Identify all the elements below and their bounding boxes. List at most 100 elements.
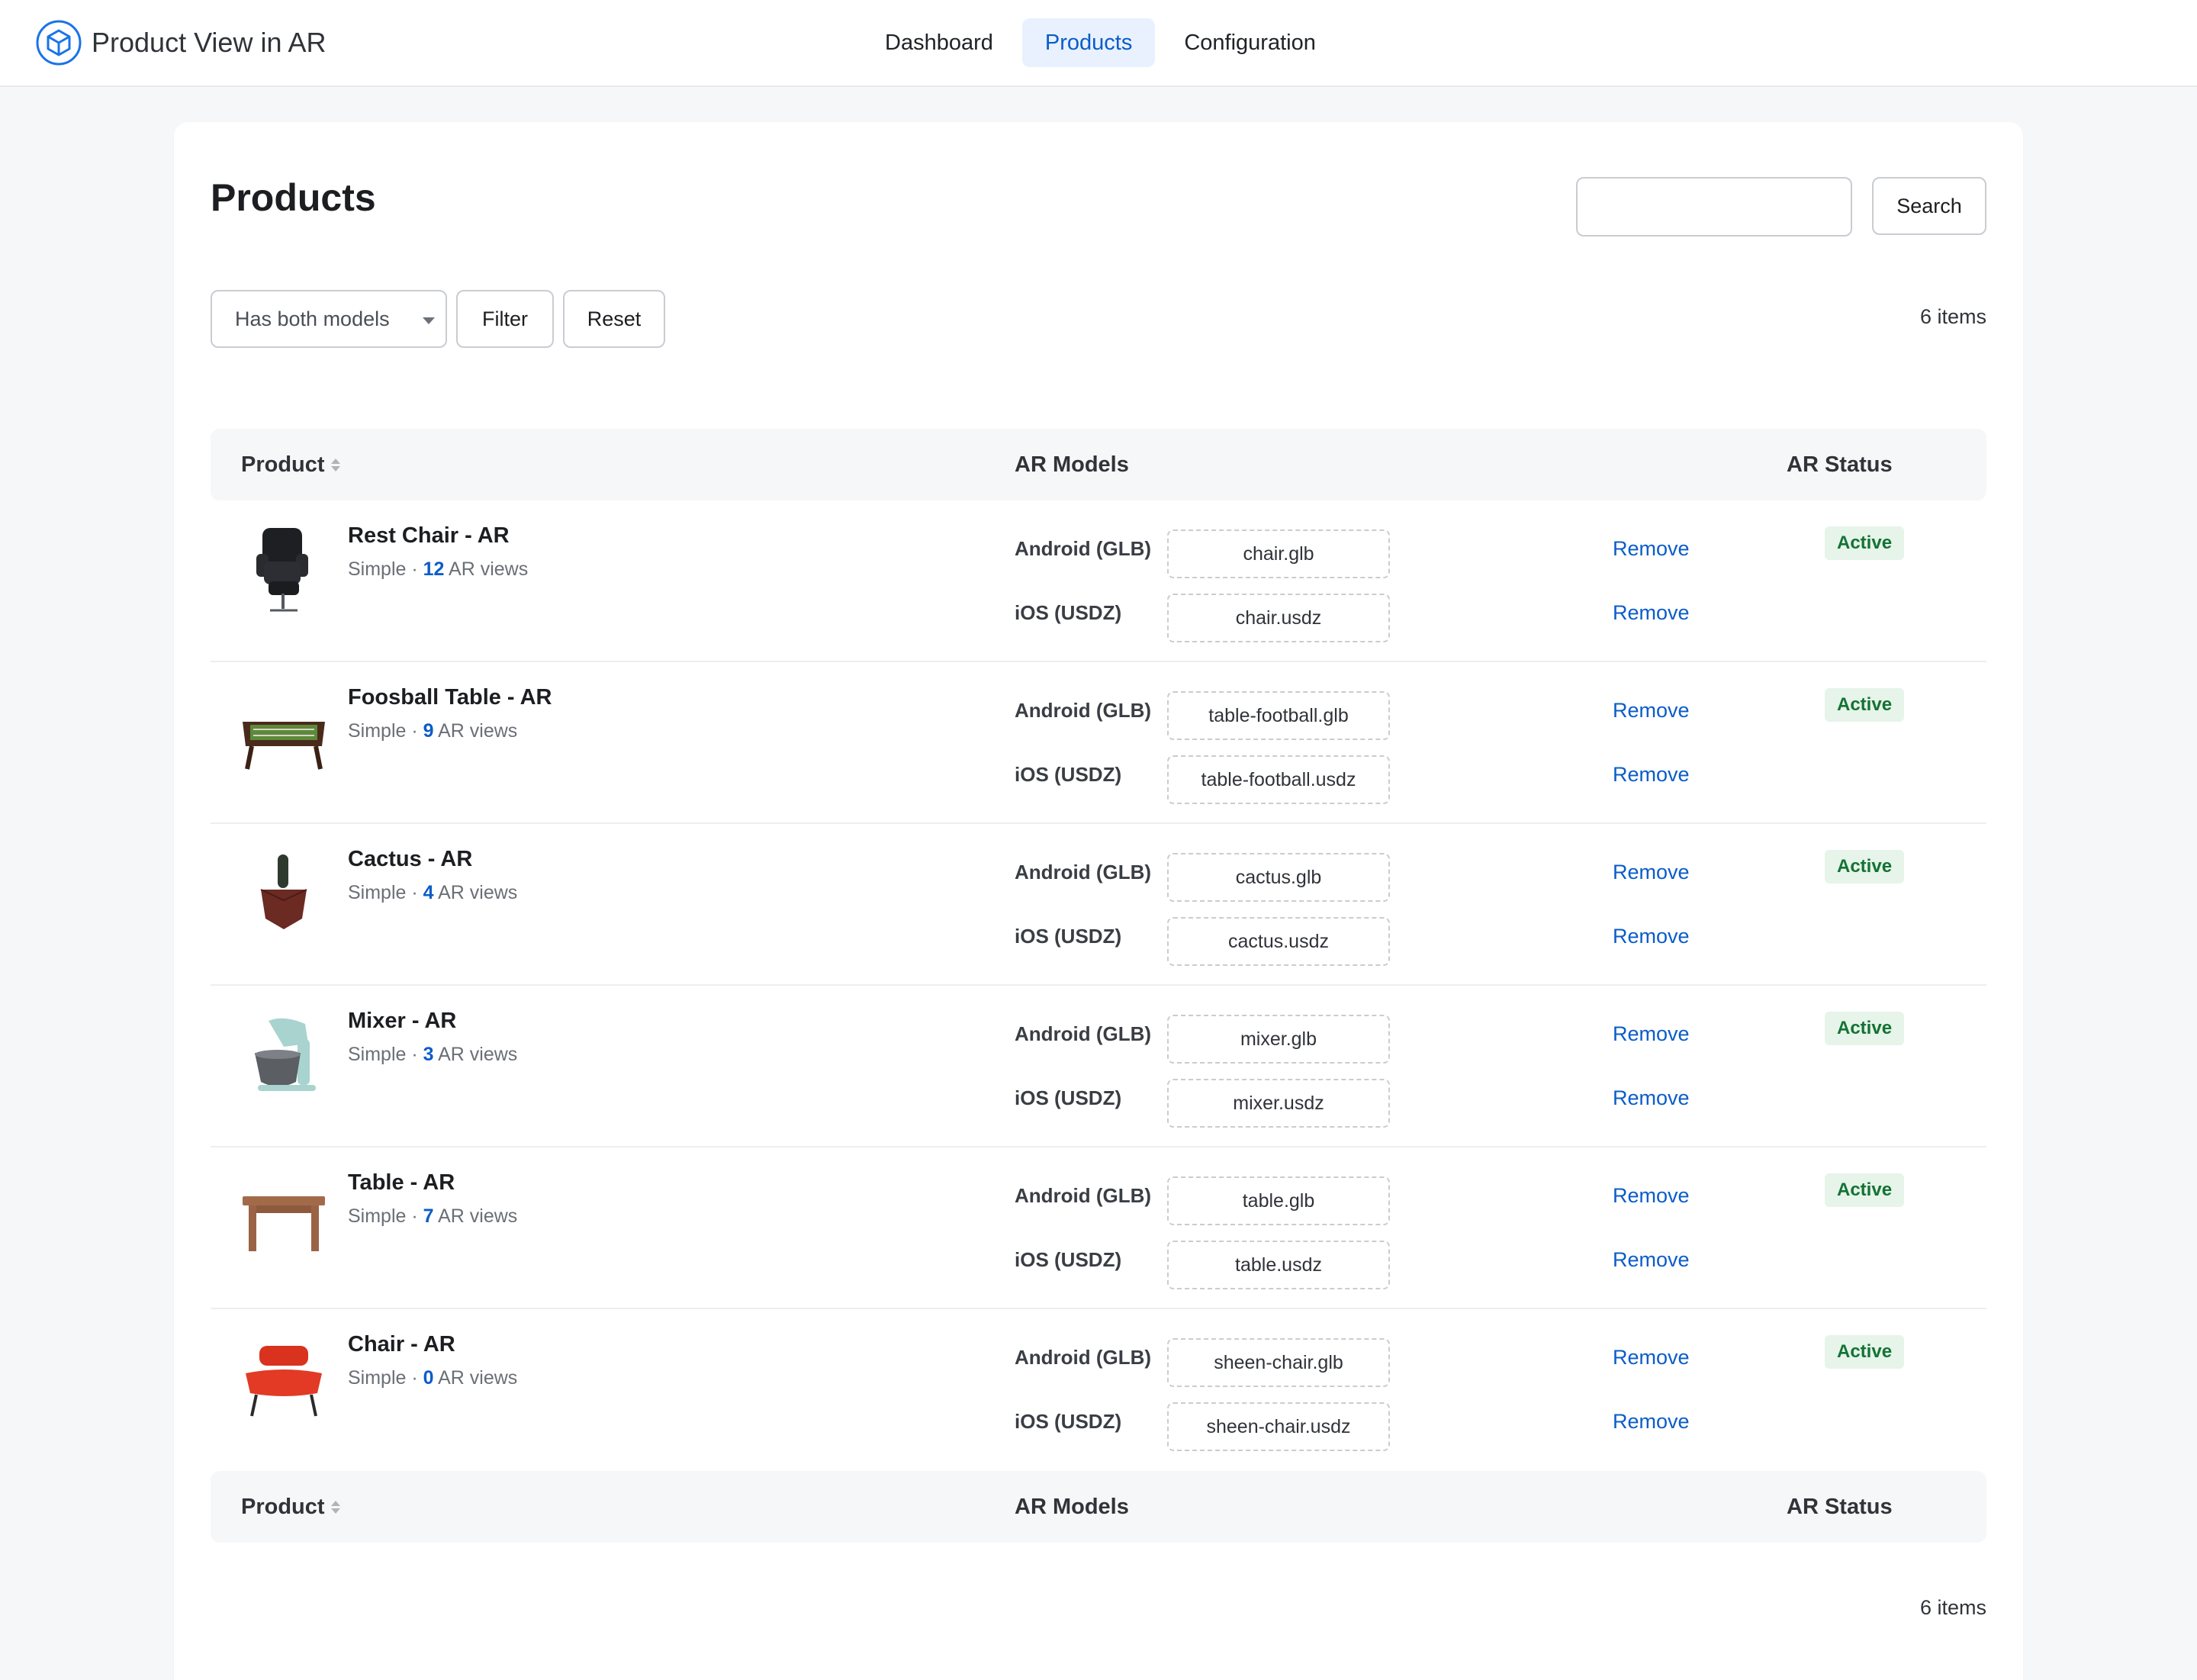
chevron-down-icon	[423, 317, 435, 324]
model-filter-selected: Has both models	[235, 307, 390, 330]
status-badge: Active	[1825, 1012, 1905, 1045]
table-row: Rest Chair - AR Simple · 12 AR views And…	[211, 500, 1986, 662]
remove-ios-model-link[interactable]: Remove	[1613, 1248, 1690, 1272]
ar-views-suffix: AR views	[438, 1367, 518, 1389]
mixer-thumbnail	[255, 1018, 316, 1091]
column-header-product[interactable]: Product	[241, 429, 340, 500]
search-input[interactable]	[1576, 177, 1852, 237]
brand[interactable]: Product View in AR	[35, 18, 326, 67]
table-row: Chair - AR Simple · 0 AR views Android (…	[211, 1309, 1986, 1471]
ar-views-count: 12	[423, 558, 445, 580]
table-row: Cactus - AR Simple · 4 AR views Android …	[211, 824, 1986, 986]
remove-android-model-link[interactable]: Remove	[1613, 1184, 1690, 1208]
reset-button[interactable]: Reset	[563, 290, 665, 348]
ios-model-label: iOS (USDZ)	[1015, 763, 1122, 786]
page-title: Products	[211, 176, 376, 219]
remove-android-model-link[interactable]: Remove	[1613, 861, 1690, 884]
remove-android-model-link[interactable]: Remove	[1613, 1022, 1690, 1046]
ios-model-file[interactable]: sheen-chair.usdz	[1167, 1402, 1390, 1451]
ios-model-file[interactable]: chair.usdz	[1167, 594, 1390, 642]
remove-android-model-link[interactable]: Remove	[1613, 537, 1690, 561]
product-name[interactable]: Table - AR	[348, 1170, 455, 1196]
ios-model-label: iOS (USDZ)	[1015, 601, 1122, 624]
ar-views-count: 9	[423, 720, 434, 742]
android-model-file[interactable]: mixer.glb	[1167, 1015, 1390, 1064]
android-model-file[interactable]: sheen-chair.glb	[1167, 1338, 1390, 1387]
table-thumbnail	[243, 1196, 325, 1251]
android-model-label: Android (GLB)	[1015, 1022, 1152, 1045]
ar-views-count: 0	[423, 1367, 434, 1389]
column-footer-product[interactable]: Product	[241, 1471, 340, 1543]
product-name[interactable]: Mixer - AR	[348, 1009, 456, 1034]
sort-icon	[330, 458, 340, 471]
product-type: Simple	[348, 720, 407, 742]
filter-button[interactable]: Filter	[456, 290, 554, 348]
ar-views-suffix: AR views	[438, 1205, 518, 1227]
remove-android-model-link[interactable]: Remove	[1613, 699, 1690, 723]
remove-ios-model-link[interactable]: Remove	[1613, 601, 1690, 625]
ar-cube-logo-icon	[36, 20, 82, 66]
ar-views-count: 7	[423, 1205, 434, 1227]
sort-icon	[330, 1500, 340, 1514]
ios-model-file[interactable]: mixer.usdz	[1167, 1079, 1390, 1128]
ios-model-label: iOS (USDZ)	[1015, 1248, 1122, 1271]
table-row: Foosball Table - AR Simple · 9 AR views …	[211, 662, 1986, 824]
remove-android-model-link[interactable]: Remove	[1613, 1346, 1690, 1369]
nav-tab-products[interactable]: Products	[1021, 18, 1156, 67]
product-name[interactable]: Foosball Table - AR	[348, 685, 552, 710]
ios-model-file[interactable]: table-football.usdz	[1167, 755, 1390, 804]
status-badge: Active	[1825, 1173, 1905, 1207]
column-footer-ar-models: AR Models	[1015, 1494, 1129, 1519]
product-type: Simple	[348, 1044, 407, 1065]
search-button[interactable]: Search	[1872, 177, 1986, 235]
top-navigation-bar: Product View in AR Dashboard Products Co…	[0, 0, 2197, 87]
product-type: Simple	[348, 1205, 407, 1227]
product-meta: Simple · 7 AR views	[348, 1205, 518, 1227]
red-chair-thumbnail	[246, 1346, 322, 1417]
android-model-label: Android (GLB)	[1015, 861, 1152, 883]
column-footer-ar-status: AR Status	[1787, 1494, 1893, 1519]
column-header-ar-models: AR Models	[1015, 452, 1129, 477]
remove-ios-model-link[interactable]: Remove	[1613, 1086, 1690, 1110]
product-type: Simple	[348, 558, 407, 580]
product-name[interactable]: Chair - AR	[348, 1332, 455, 1357]
ios-model-file[interactable]: table.usdz	[1167, 1241, 1390, 1289]
ios-model-label: iOS (USDZ)	[1015, 925, 1122, 948]
table-row: Table - AR Simple · 7 AR views Android (…	[211, 1147, 1986, 1309]
android-model-label: Android (GLB)	[1015, 1346, 1152, 1369]
ios-model-label: iOS (USDZ)	[1015, 1086, 1122, 1109]
ar-views-count: 3	[423, 1044, 434, 1065]
product-meta: Simple · 9 AR views	[348, 720, 518, 742]
android-model-file[interactable]: table-football.glb	[1167, 691, 1390, 740]
ar-views-suffix: AR views	[449, 558, 529, 580]
remove-ios-model-link[interactable]: Remove	[1613, 925, 1690, 948]
rest-chair-thumbnail	[256, 528, 308, 612]
android-model-file[interactable]: chair.glb	[1167, 529, 1390, 578]
column-header-product-label: Product	[241, 452, 325, 477]
android-model-file[interactable]: cactus.glb	[1167, 853, 1390, 902]
product-meta: Simple · 4 AR views	[348, 882, 518, 903]
android-model-label: Android (GLB)	[1015, 699, 1152, 722]
status-badge: Active	[1825, 688, 1905, 722]
remove-ios-model-link[interactable]: Remove	[1613, 763, 1690, 787]
product-name[interactable]: Cactus - AR	[348, 847, 472, 872]
android-model-label: Android (GLB)	[1015, 1184, 1152, 1207]
android-model-file[interactable]: table.glb	[1167, 1176, 1390, 1225]
remove-ios-model-link[interactable]: Remove	[1613, 1410, 1690, 1434]
status-badge: Active	[1825, 526, 1905, 560]
nav-tab-configuration[interactable]: Configuration	[1161, 18, 1339, 67]
ar-views-suffix: AR views	[438, 720, 518, 742]
model-filter-select[interactable]: Has both models	[211, 290, 447, 348]
items-count-top: 6 items	[1919, 305, 1986, 328]
table-header: Product AR Models AR Status	[211, 429, 1986, 500]
nav-tab-dashboard[interactable]: Dashboard	[862, 18, 1016, 67]
product-type: Simple	[348, 1367, 407, 1389]
status-badge: Active	[1825, 1335, 1905, 1369]
product-meta: Simple · 12 AR views	[348, 558, 529, 580]
ios-model-file[interactable]: cactus.usdz	[1167, 917, 1390, 966]
foosball-table-thumbnail	[243, 722, 325, 770]
ar-views-suffix: AR views	[438, 1044, 518, 1065]
product-name[interactable]: Rest Chair - AR	[348, 523, 510, 549]
table-footer-header: Product AR Models AR Status	[211, 1471, 1986, 1543]
product-meta: Simple · 3 AR views	[348, 1044, 518, 1065]
